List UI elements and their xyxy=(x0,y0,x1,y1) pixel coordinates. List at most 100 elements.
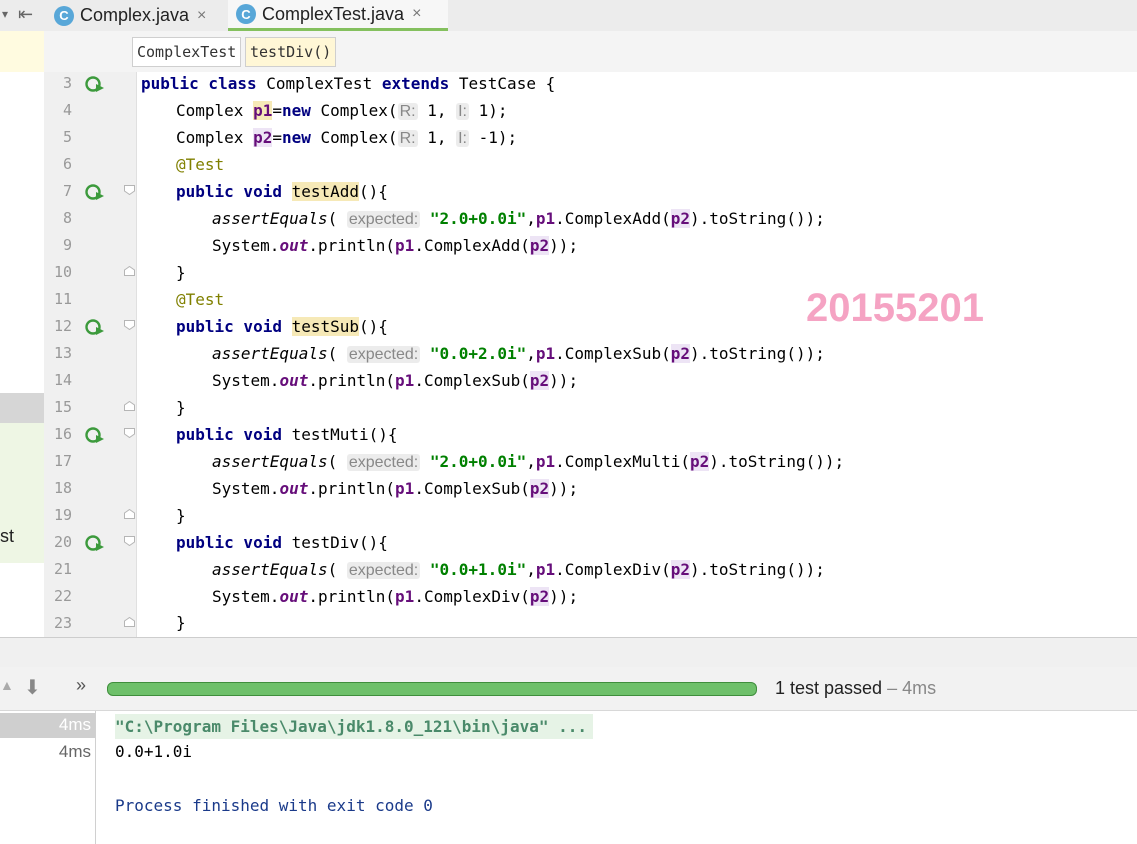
line-number: 9 xyxy=(62,236,72,254)
console-output-line: 0.0+1.0i xyxy=(115,742,193,761)
line-number: 17 xyxy=(53,452,72,470)
code-token: )); xyxy=(549,371,579,390)
param-hint: expected: xyxy=(346,211,421,228)
code-token: ( xyxy=(327,560,347,579)
close-tab-icon[interactable]: × xyxy=(197,7,206,25)
code-token: ComplexTest xyxy=(266,74,382,93)
code-token: new xyxy=(281,101,321,120)
code-line: Complex p1=new Complex(R: 1, I: 1); xyxy=(176,97,508,124)
more-actions-icon[interactable]: » xyxy=(76,675,86,696)
field-token: p2 xyxy=(529,236,550,255)
class-icon: C xyxy=(54,5,74,26)
code-token: new xyxy=(281,128,321,147)
field-token: out xyxy=(279,587,309,606)
console-command-line: "C:\Program Files\Java\jdk1.8.0_121\bin\… xyxy=(115,714,594,739)
tool-window-header xyxy=(0,637,1137,668)
method-name: testDiv xyxy=(291,533,360,552)
down-arrow-icon[interactable]: ⬇ xyxy=(24,675,41,700)
field-token: out xyxy=(279,479,309,498)
tab-label: ComplexTest.java xyxy=(262,3,405,24)
param-hint: expected: xyxy=(346,346,421,363)
run-test-icon[interactable] xyxy=(84,426,104,444)
fold-start-icon[interactable] xyxy=(124,320,135,330)
tab-complextest-java[interactable]: C ComplexTest.java × xyxy=(228,0,448,31)
line-number: 12 xyxy=(53,317,72,335)
code-line: System.out.println(p1.ComplexDiv(p2)); xyxy=(212,583,578,610)
code-token: Complex xyxy=(176,101,254,120)
code-token: Complex( xyxy=(320,101,398,120)
code-line: assertEquals( expected: "2.0+0.0i",p1.Co… xyxy=(212,448,844,475)
collapse-panel-icon[interactable]: ⇤ xyxy=(18,4,33,25)
code-token: (){ xyxy=(368,425,398,444)
field-token: p2 xyxy=(253,128,273,147)
field-token: p1 xyxy=(535,560,556,579)
code-token: ).toString()); xyxy=(689,209,825,228)
run-test-icon[interactable] xyxy=(84,534,104,552)
code-token: System. xyxy=(212,479,280,498)
code-token: = xyxy=(272,128,282,147)
code-token: ( xyxy=(327,209,347,228)
breadcrumb-method[interactable]: testDiv() xyxy=(245,37,337,67)
code-token: assertEquals xyxy=(212,344,328,363)
fold-end-icon[interactable] xyxy=(124,509,135,519)
code-line: } xyxy=(176,398,186,417)
line-number: 21 xyxy=(53,560,72,578)
tree-item-fragment[interactable]: st xyxy=(0,526,14,547)
tab-complex-java[interactable]: C Complex.java × xyxy=(50,0,230,31)
code-token: TestCase { xyxy=(458,74,556,93)
line-number: 5 xyxy=(62,128,72,146)
code-token: System. xyxy=(212,587,280,606)
field-token: p2 xyxy=(670,344,690,363)
test-progress-bar xyxy=(107,682,757,696)
tab-menu-arrow-icon[interactable]: ▾ xyxy=(2,7,8,21)
string-token: "2.0+0.0i" xyxy=(420,209,527,228)
line-number: 22 xyxy=(53,587,72,605)
up-arrow-icon[interactable]: ▲ xyxy=(0,677,14,693)
code-line: } xyxy=(176,506,186,525)
fold-start-icon[interactable] xyxy=(124,428,135,438)
fold-start-icon[interactable] xyxy=(124,185,135,195)
field-token: p1 xyxy=(395,236,415,255)
code-line: public void testMuti(){ xyxy=(176,421,398,448)
code-token: = xyxy=(272,101,282,120)
annotation-line: @Test xyxy=(176,155,225,174)
code-token: ).toString()); xyxy=(709,452,845,471)
code-line: public void testDiv(){ xyxy=(176,529,388,556)
param-hint: R: xyxy=(397,130,418,147)
code-token: 1); xyxy=(468,101,508,120)
string-token: "0.0+2.0i" xyxy=(420,344,527,363)
fold-end-icon[interactable] xyxy=(124,266,135,276)
code-token: assertEquals xyxy=(212,560,328,579)
param-hint: I: xyxy=(456,103,469,120)
code-line: assertEquals( expected: "0.0+2.0i",p1.Co… xyxy=(212,340,825,367)
code-line: System.out.println(p1.ComplexAdd(p2)); xyxy=(212,232,578,259)
method-name: testMuti xyxy=(291,425,369,444)
code-token: .println( xyxy=(308,236,396,255)
fold-end-icon[interactable] xyxy=(124,401,135,411)
fold-end-icon[interactable] xyxy=(124,617,135,627)
close-tab-icon[interactable]: × xyxy=(412,5,421,23)
console-exit-line: Process finished with exit code 0 xyxy=(115,796,433,815)
code-token: ( xyxy=(327,452,347,471)
line-number: 15 xyxy=(53,398,72,416)
line-number: 16 xyxy=(53,425,72,443)
breadcrumb-class[interactable]: ComplexTest xyxy=(132,37,242,67)
code-token: )); xyxy=(549,587,579,606)
breadcrumb: ComplexTest testDiv() xyxy=(44,31,1137,73)
code-line: System.out.println(p1.ComplexSub(p2)); xyxy=(212,367,578,394)
code-token: assertEquals xyxy=(212,452,328,471)
line-number: 8 xyxy=(62,209,72,227)
run-test-icon[interactable] xyxy=(84,318,104,336)
code-token: ( xyxy=(327,344,347,363)
run-test-icon[interactable] xyxy=(84,183,104,201)
code-line: Complex p2=new Complex(R: 1, I: -1); xyxy=(176,124,517,151)
code-token: 1, xyxy=(417,128,457,147)
field-token: p1 xyxy=(535,452,556,471)
line-number: 14 xyxy=(53,371,72,389)
code-token: .ComplexDiv( xyxy=(555,560,671,579)
run-test-icon[interactable] xyxy=(84,75,104,93)
test-tree: 4ms 4ms xyxy=(0,711,96,844)
code-token: .ComplexAdd( xyxy=(414,236,530,255)
code-editor[interactable]: public class ComplexTest extends TestCas… xyxy=(137,72,1137,637)
fold-start-icon[interactable] xyxy=(124,536,135,546)
